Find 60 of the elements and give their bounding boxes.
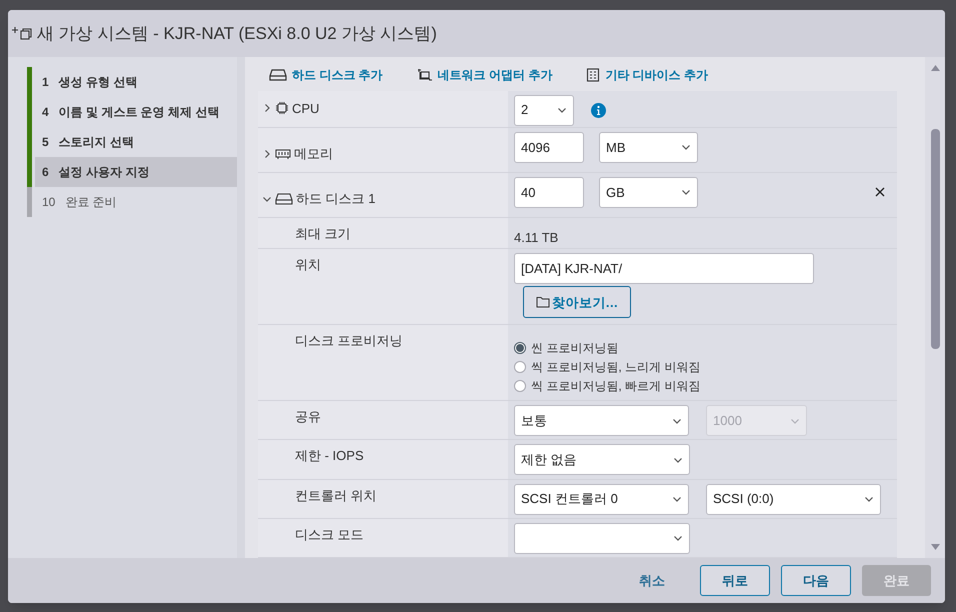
- dropdown[interactable]: 제한 없음: [514, 444, 690, 476]
- add-device-link[interactable]: 네트워크 어댑터 추가: [416, 66, 552, 84]
- dropdown[interactable]: 2: [514, 94, 574, 126]
- field-label: 디스크 모드: [294, 526, 364, 544]
- close-icon[interactable]: [875, 187, 885, 198]
- radio-label: 씬 프로비저닝됨: [531, 340, 618, 357]
- dropdown[interactable]: GB: [599, 176, 698, 208]
- footer-button[interactable]: 뒤로: [700, 565, 770, 596]
- dropdown[interactable]: 보통: [514, 405, 689, 436]
- field-label: 공유: [294, 408, 321, 426]
- network-card-icon: [416, 68, 433, 82]
- radio-button[interactable]: [514, 380, 526, 392]
- scroll-down-icon[interactable]: [930, 544, 940, 550]
- chevron-icon: [681, 142, 691, 152]
- wizard-step[interactable]: 10 완료 준비: [27, 187, 237, 217]
- field-label: 최대 크기: [294, 224, 351, 243]
- dropdown[interactable]: SCSI (0:0): [706, 484, 881, 515]
- wizard-step[interactable]: 4 이름 및 게스트 운영 체제 선택: [27, 97, 237, 127]
- expand-toggle[interactable]: [262, 149, 272, 160]
- dropdown[interactable]: SCSI 컨트롤러 0: [514, 484, 689, 515]
- wizard-step[interactable]: 1 생성 유형 선택: [27, 67, 237, 97]
- field-label: 디스크 프로비저닝: [294, 332, 403, 350]
- chip-icon: [275, 101, 289, 116]
- new-vm-icon: [11, 26, 33, 42]
- info-icon[interactable]: [591, 102, 606, 118]
- chevron-icon: [262, 103, 272, 114]
- expand-toggle[interactable]: [262, 103, 272, 114]
- chevron-icon: [864, 494, 874, 504]
- input-field[interactable]: 40: [514, 176, 584, 208]
- device-label: CPU: [292, 100, 320, 118]
- radio-button[interactable]: [514, 360, 526, 373]
- wizard-step[interactable]: 5 스토리지 선택: [27, 127, 237, 157]
- browse-button[interactable]: 찾아보기...: [523, 286, 631, 318]
- device-icon: [586, 68, 600, 82]
- footer-button[interactable]: 취소: [619, 565, 685, 596]
- input-field[interactable]: [DATA] KJR-NAT/: [514, 253, 814, 284]
- dialog-title: 새 가상 시스템 - KJR-NAT (ESXi 8.0 U2 가상 시스템): [37, 22, 437, 45]
- chevron-icon: [262, 149, 272, 160]
- memory-icon: [275, 148, 291, 160]
- radio-label: 씩 프로비저닝됨, 느리게 비워짐: [531, 358, 700, 376]
- folder-icon: [536, 296, 550, 308]
- chevron-icon: [673, 533, 683, 544]
- chevron-icon: [557, 105, 567, 116]
- chevron-icon: [681, 187, 691, 198]
- radio-label: 씩 프로비저닝됨, 빠르게 비워짐: [531, 378, 700, 395]
- field-value: 4.11 TB: [514, 228, 558, 247]
- chevron-icon: [672, 494, 682, 504]
- input-field[interactable]: 4096: [514, 132, 584, 163]
- field-label: 위치: [294, 256, 321, 274]
- field-label: 컨트롤러 위치: [294, 486, 377, 505]
- footer-button[interactable]: 다음: [781, 565, 851, 596]
- add-device-link[interactable]: 기타 디바이스 추가: [586, 66, 708, 84]
- dropdown[interactable]: MB: [599, 132, 698, 163]
- scrollbar-thumb[interactable]: [930, 129, 940, 349]
- scroll-up-icon[interactable]: [930, 65, 940, 71]
- device-label: 하드 디스크 1: [296, 190, 376, 208]
- field-label: 제한 - IOPS: [294, 447, 364, 466]
- add-device-link[interactable]: 하드 디스크 추가: [269, 66, 383, 84]
- radio-button[interactable]: [514, 342, 526, 354]
- device-label: 메모리: [294, 145, 333, 164]
